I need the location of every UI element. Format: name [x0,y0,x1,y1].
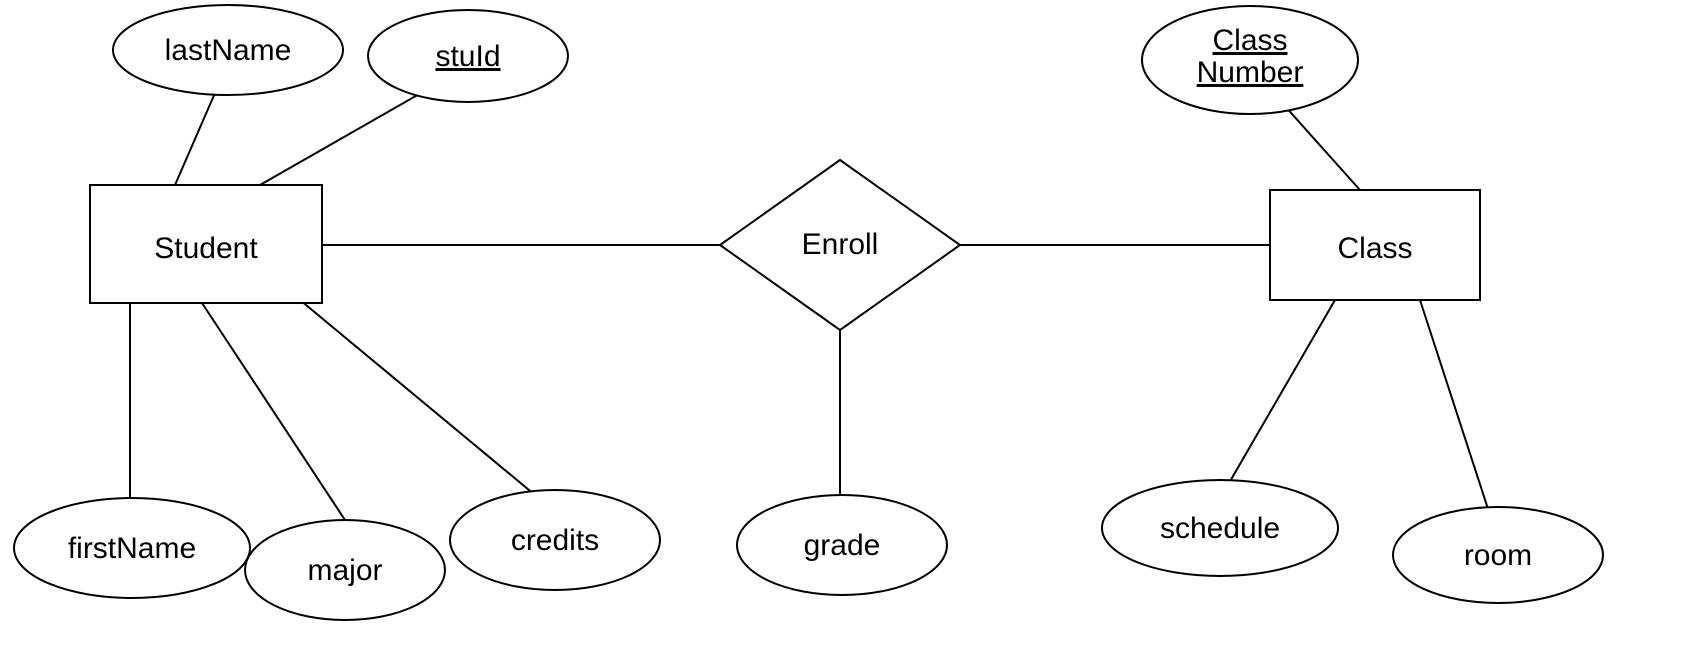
attribute-grade-label: grade [804,529,881,562]
attribute-credits-label: credits [511,524,599,557]
entity-student: Student [90,185,322,303]
attribute-classnumber: Class Number [1142,6,1358,114]
conn-class-schedule [1225,300,1335,490]
attribute-stuid: stuId [368,10,568,102]
attribute-room-label: room [1464,539,1532,572]
attribute-firstname-label: firstName [68,532,196,565]
conn-student-stuid [260,85,435,185]
attribute-room: room [1393,507,1603,603]
attribute-lastname: lastName [113,5,343,95]
attribute-major: major [245,520,445,620]
entity-class: Class [1270,190,1480,300]
conn-class-room [1420,300,1490,515]
attribute-schedule-label: schedule [1160,512,1280,545]
attribute-major-label: major [307,554,382,587]
relationship-enroll-label: Enroll [802,228,879,261]
conn-student-major [200,300,345,520]
attribute-classnumber-label-line2: Number [1197,56,1304,89]
attribute-firstname: firstName [14,498,250,598]
entity-student-label: Student [154,232,258,265]
relationship-enroll: Enroll [720,160,960,330]
attribute-credits: credits [450,490,660,590]
attribute-lastname-label: lastName [165,34,292,67]
attribute-stuid-label: stuId [435,40,500,73]
attribute-classnumber-label-line1: Class [1212,24,1287,57]
conn-student-credits [300,300,535,495]
er-diagram: Student Class Enroll lastName stuId firs… [0,0,1705,649]
attribute-schedule: schedule [1102,480,1338,576]
entity-class-label: Class [1337,232,1412,265]
attribute-grade: grade [737,495,947,595]
